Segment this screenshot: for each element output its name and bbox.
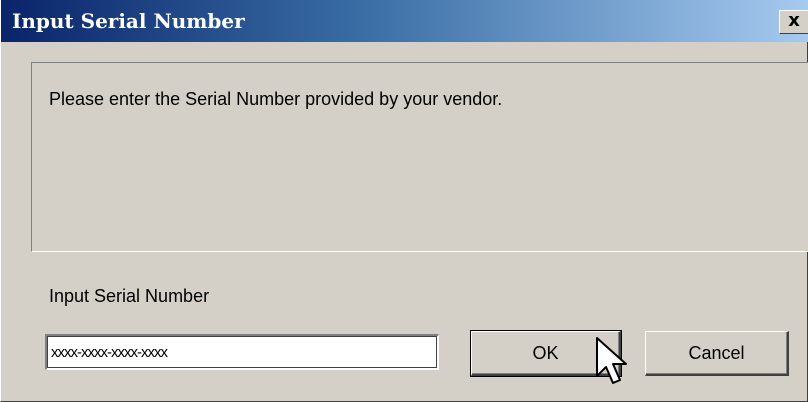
- dialog-window: Input Serial Number x Please enter the S…: [0, 0, 808, 402]
- close-icon: x: [788, 10, 800, 31]
- title-bar[interactable]: Input Serial Number x: [1, 0, 808, 42]
- message-panel: Please enter the Serial Number provided …: [31, 62, 808, 252]
- instruction-text: Please enter the Serial Number provided …: [49, 89, 503, 109]
- serial-number-input[interactable]: [45, 334, 439, 370]
- serial-number-label: Input Serial Number: [49, 286, 210, 306]
- dialog-title: Input Serial Number: [12, 9, 245, 33]
- mouse-pointer-icon: [596, 337, 627, 384]
- close-button[interactable]: x: [779, 10, 808, 34]
- cancel-button[interactable]: Cancel: [645, 331, 789, 376]
